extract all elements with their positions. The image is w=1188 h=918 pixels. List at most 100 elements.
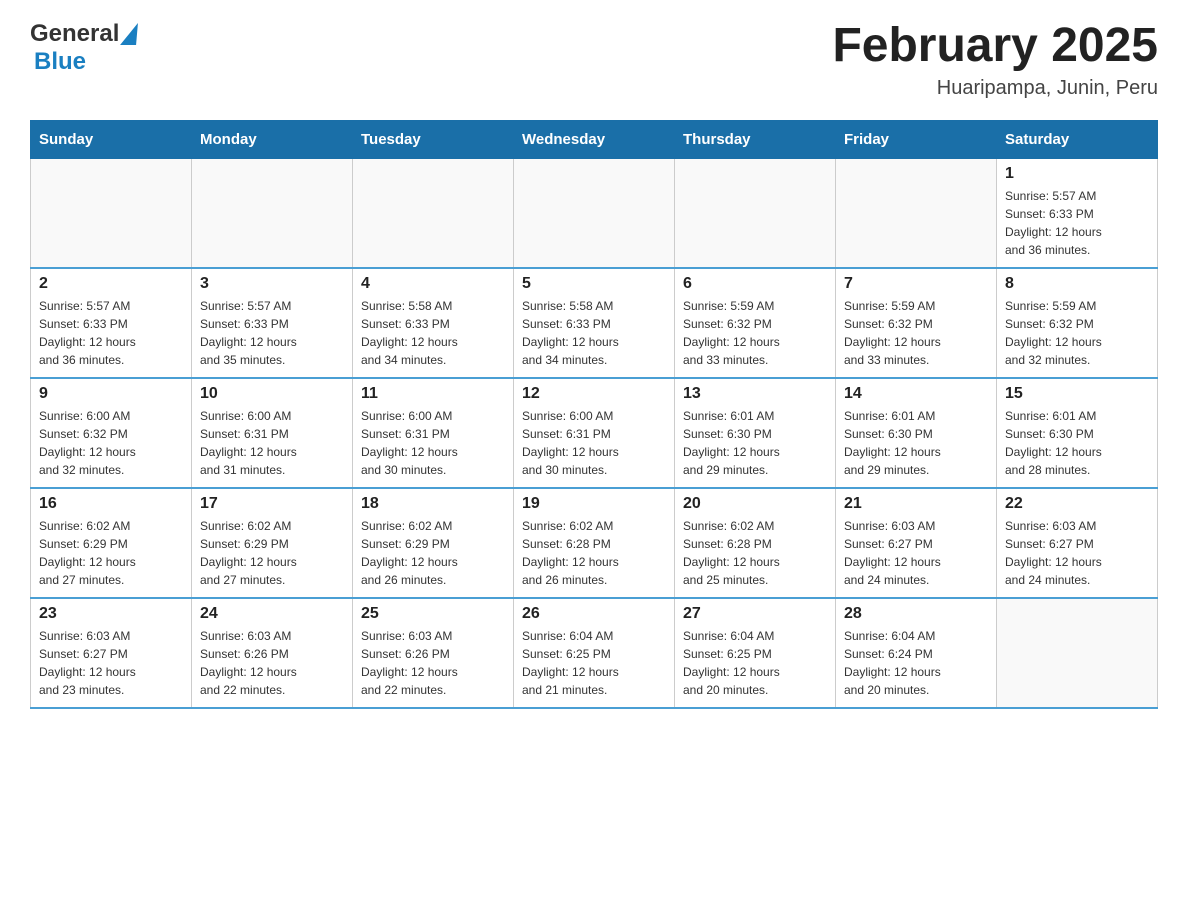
- day-number: 7: [844, 275, 988, 293]
- day-info: Sunrise: 6:03 AM Sunset: 6:27 PM Dayligh…: [1005, 517, 1149, 589]
- day-info: Sunrise: 6:03 AM Sunset: 6:27 PM Dayligh…: [844, 517, 988, 589]
- day-info: Sunrise: 6:00 AM Sunset: 6:31 PM Dayligh…: [361, 407, 505, 479]
- day-number: 28: [844, 605, 988, 623]
- day-number: 15: [1005, 385, 1149, 403]
- calendar-cell: [997, 598, 1158, 708]
- day-number: 17: [200, 495, 344, 513]
- day-info: Sunrise: 5:59 AM Sunset: 6:32 PM Dayligh…: [844, 297, 988, 369]
- day-info: Sunrise: 6:02 AM Sunset: 6:29 PM Dayligh…: [200, 517, 344, 589]
- calendar-cell: 11 Sunrise: 6:00 AM Sunset: 6:31 PM Dayli…: [353, 378, 514, 488]
- day-number: 9: [39, 385, 183, 403]
- calendar-cell: 3 Sunrise: 5:57 AM Sunset: 6:33 PM Daylig…: [192, 268, 353, 378]
- day-info: Sunrise: 5:57 AM Sunset: 6:33 PM Dayligh…: [200, 297, 344, 369]
- calendar-cell: 7 Sunrise: 5:59 AM Sunset: 6:32 PM Daylig…: [836, 268, 997, 378]
- header-friday: Friday: [836, 120, 997, 158]
- day-info: Sunrise: 6:00 AM Sunset: 6:31 PM Dayligh…: [200, 407, 344, 479]
- month-title: February 2025: [832, 20, 1158, 73]
- day-info: Sunrise: 6:02 AM Sunset: 6:28 PM Dayligh…: [683, 517, 827, 589]
- week-row-4: 16 Sunrise: 6:02 AM Sunset: 6:29 PM Dayli…: [31, 488, 1158, 598]
- header-thursday: Thursday: [675, 120, 836, 158]
- calendar-cell: 13Sunrise: 6:01 AM Sunset: 6:30 PM Dayli…: [675, 378, 836, 488]
- day-info: Sunrise: 6:03 AM Sunset: 6:26 PM Dayligh…: [361, 627, 505, 699]
- day-number: 14: [844, 385, 988, 403]
- day-number: 19: [522, 495, 666, 513]
- week-row-2: 2Sunrise: 5:57 AM Sunset: 6:33 PM Daylig…: [31, 268, 1158, 378]
- calendar-cell: 28Sunrise: 6:04 AM Sunset: 6:24 PM Dayli…: [836, 598, 997, 708]
- calendar-cell: 18 Sunrise: 6:02 AM Sunset: 6:29 PM Dayli…: [353, 488, 514, 598]
- day-info: Sunrise: 6:00 AM Sunset: 6:31 PM Dayligh…: [522, 407, 666, 479]
- day-number: 8: [1005, 275, 1149, 293]
- day-info: Sunrise: 6:03 AM Sunset: 6:26 PM Dayligh…: [200, 627, 344, 699]
- day-number: 20: [683, 495, 827, 513]
- day-number: 6: [683, 275, 827, 293]
- week-row-1: 1 Sunrise: 5:57 AM Sunset: 6:33 PM Daylig…: [31, 158, 1158, 268]
- calendar-cell: 17 Sunrise: 6:02 AM Sunset: 6:29 PM Dayli…: [192, 488, 353, 598]
- day-info: Sunrise: 5:57 AM Sunset: 6:33 PM Dayligh…: [39, 297, 183, 369]
- calendar-cell: [31, 158, 192, 268]
- day-info: Sunrise: 6:01 AM Sunset: 6:30 PM Dayligh…: [683, 407, 827, 479]
- calendar-cell: 8 Sunrise: 5:59 AM Sunset: 6:32 PM Daylig…: [997, 268, 1158, 378]
- day-info: Sunrise: 6:04 AM Sunset: 6:25 PM Dayligh…: [522, 627, 666, 699]
- day-number: 4: [361, 275, 505, 293]
- day-info: Sunrise: 6:03 AM Sunset: 6:27 PM Dayligh…: [39, 627, 183, 699]
- day-info: Sunrise: 6:01 AM Sunset: 6:30 PM Dayligh…: [1005, 407, 1149, 479]
- day-number: 11: [361, 385, 505, 403]
- calendar-cell: 16 Sunrise: 6:02 AM Sunset: 6:29 PM Dayli…: [31, 488, 192, 598]
- day-info: Sunrise: 6:02 AM Sunset: 6:29 PM Dayligh…: [39, 517, 183, 589]
- day-number: 26: [522, 605, 666, 623]
- day-info: Sunrise: 6:02 AM Sunset: 6:28 PM Dayligh…: [522, 517, 666, 589]
- day-info: Sunrise: 5:59 AM Sunset: 6:32 PM Dayligh…: [1005, 297, 1149, 369]
- calendar-table: SundayMondayTuesdayWednesdayThursdayFrid…: [30, 120, 1158, 710]
- calendar-cell: 5 Sunrise: 5:58 AM Sunset: 6:33 PM Daylig…: [514, 268, 675, 378]
- day-info: Sunrise: 5:58 AM Sunset: 6:33 PM Dayligh…: [361, 297, 505, 369]
- calendar-cell: 12Sunrise: 6:00 AM Sunset: 6:31 PM Dayli…: [514, 378, 675, 488]
- location-text: Huaripampa, Junin, Peru: [832, 77, 1158, 100]
- day-info: Sunrise: 6:04 AM Sunset: 6:25 PM Dayligh…: [683, 627, 827, 699]
- day-number: 1: [1005, 165, 1149, 183]
- logo: General Blue: [30, 20, 138, 76]
- week-row-5: 23 Sunrise: 6:03 AM Sunset: 6:27 PM Dayli…: [31, 598, 1158, 708]
- header-wednesday: Wednesday: [514, 120, 675, 158]
- calendar-cell: [192, 158, 353, 268]
- day-number: 18: [361, 495, 505, 513]
- calendar-cell: 22Sunrise: 6:03 AM Sunset: 6:27 PM Dayli…: [997, 488, 1158, 598]
- logo-triangle-icon: [120, 23, 140, 45]
- week-row-3: 9Sunrise: 6:00 AM Sunset: 6:32 PM Daylig…: [31, 378, 1158, 488]
- calendar-header-row: SundayMondayTuesdayWednesdayThursdayFrid…: [31, 120, 1158, 158]
- calendar-cell: [353, 158, 514, 268]
- header-saturday: Saturday: [997, 120, 1158, 158]
- day-number: 16: [39, 495, 183, 513]
- header-sunday: Sunday: [31, 120, 192, 158]
- calendar-cell: 19 Sunrise: 6:02 AM Sunset: 6:28 PM Dayli…: [514, 488, 675, 598]
- title-section: February 2025 Huaripampa, Junin, Peru: [832, 20, 1158, 100]
- calendar-cell: 24 Sunrise: 6:03 AM Sunset: 6:26 PM Dayli…: [192, 598, 353, 708]
- day-info: Sunrise: 5:58 AM Sunset: 6:33 PM Dayligh…: [522, 297, 666, 369]
- calendar-cell: [514, 158, 675, 268]
- logo-blue-text: Blue: [34, 48, 86, 75]
- logo-general-text: General: [30, 20, 119, 48]
- calendar-cell: 26 Sunrise: 6:04 AM Sunset: 6:25 PM Dayli…: [514, 598, 675, 708]
- day-info: Sunrise: 5:57 AM Sunset: 6:33 PM Dayligh…: [1005, 187, 1149, 259]
- calendar-cell: 4 Sunrise: 5:58 AM Sunset: 6:33 PM Daylig…: [353, 268, 514, 378]
- day-number: 10: [200, 385, 344, 403]
- calendar-cell: 27 Sunrise: 6:04 AM Sunset: 6:25 PM Dayli…: [675, 598, 836, 708]
- day-number: 27: [683, 605, 827, 623]
- calendar-cell: 20 Sunrise: 6:02 AM Sunset: 6:28 PM Dayli…: [675, 488, 836, 598]
- day-info: Sunrise: 6:02 AM Sunset: 6:29 PM Dayligh…: [361, 517, 505, 589]
- calendar-cell: 15 Sunrise: 6:01 AM Sunset: 6:30 PM Dayli…: [997, 378, 1158, 488]
- day-number: 24: [200, 605, 344, 623]
- day-info: Sunrise: 6:01 AM Sunset: 6:30 PM Dayligh…: [844, 407, 988, 479]
- calendar-cell: 9Sunrise: 6:00 AM Sunset: 6:32 PM Daylig…: [31, 378, 192, 488]
- header-tuesday: Tuesday: [353, 120, 514, 158]
- calendar-cell: 14 Sunrise: 6:01 AM Sunset: 6:30 PM Dayli…: [836, 378, 997, 488]
- calendar-cell: 6Sunrise: 5:59 AM Sunset: 6:32 PM Daylig…: [675, 268, 836, 378]
- calendar-cell: 21 Sunrise: 6:03 AM Sunset: 6:27 PM Dayli…: [836, 488, 997, 598]
- day-number: 23: [39, 605, 183, 623]
- day-number: 5: [522, 275, 666, 293]
- day-number: 21: [844, 495, 988, 513]
- header-monday: Monday: [192, 120, 353, 158]
- day-number: 3: [200, 275, 344, 293]
- calendar-cell: 23 Sunrise: 6:03 AM Sunset: 6:27 PM Dayli…: [31, 598, 192, 708]
- calendar-cell: [675, 158, 836, 268]
- calendar-cell: 10 Sunrise: 6:00 AM Sunset: 6:31 PM Dayli…: [192, 378, 353, 488]
